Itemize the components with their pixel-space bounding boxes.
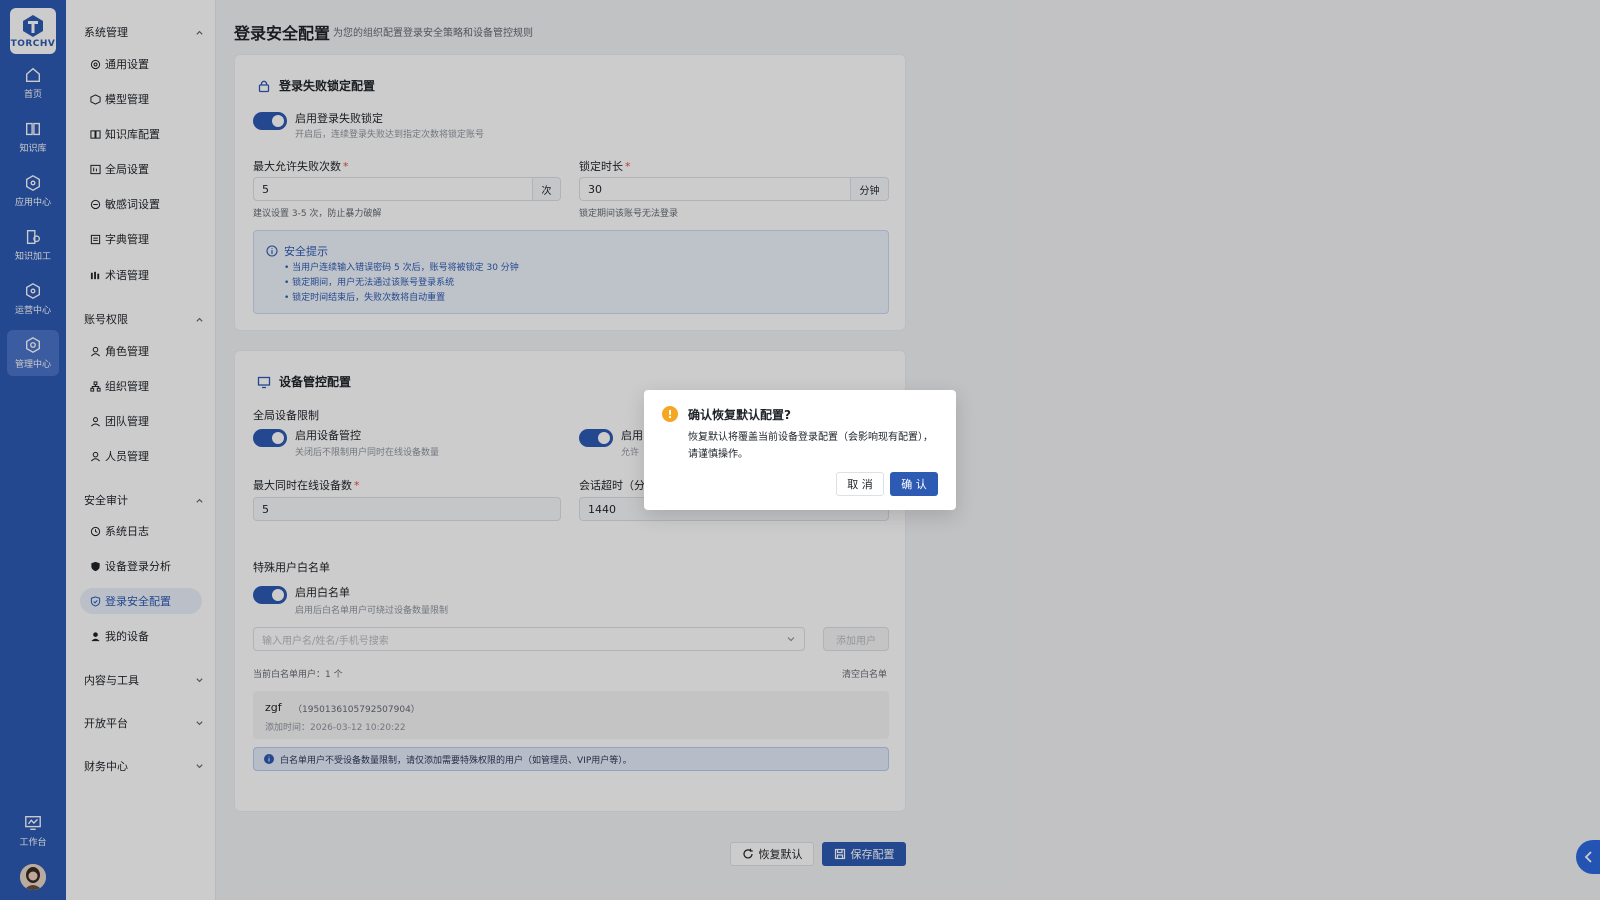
confirm-dialog: ! 确认恢复默认配置? 恢复默认将覆盖当前设备登录配置（会影响现有配置），请谨慎…	[644, 390, 956, 510]
cancel-button[interactable]: 取 消	[836, 472, 884, 496]
confirm-button[interactable]: 确 认	[890, 472, 938, 496]
dialog-body: 恢复默认将覆盖当前设备登录配置（会影响现有配置），请谨慎操作。	[688, 432, 933, 460]
warning-icon: !	[662, 406, 678, 422]
dialog-title: 确认恢复默认配置?	[688, 408, 791, 422]
